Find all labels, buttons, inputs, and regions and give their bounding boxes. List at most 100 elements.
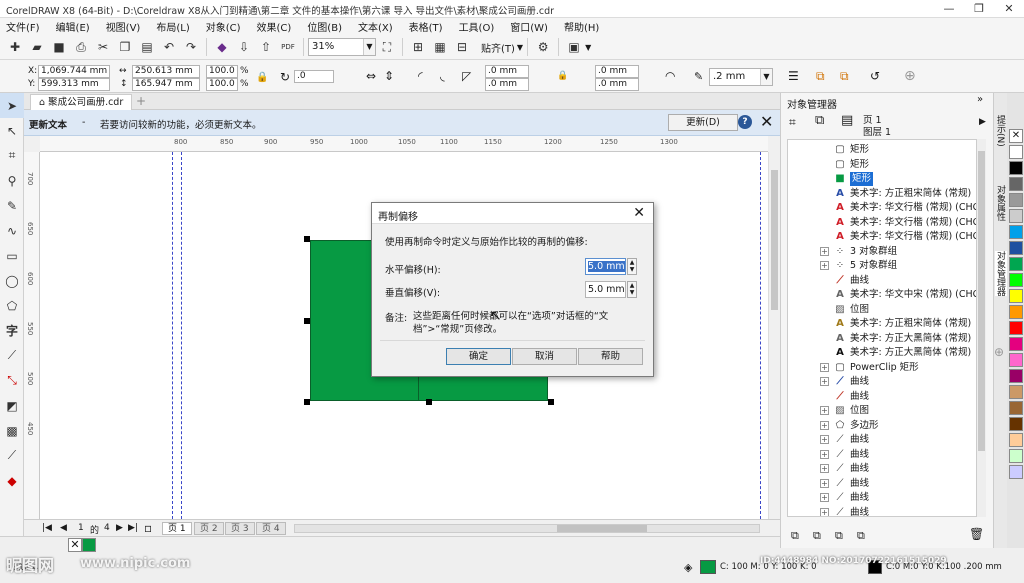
close-button[interactable]: ✕ [994,0,1024,18]
scroll-thumb[interactable] [557,525,647,532]
palette-swatch[interactable] [1009,369,1023,383]
expand-icon[interactable]: + [820,362,829,372]
add-page-icon[interactable]: ▫ [144,521,152,535]
palette-swatch[interactable] [1009,225,1023,239]
menu-table[interactable]: 表格(T) [409,19,443,34]
palette-swatch[interactable] [1009,465,1023,479]
help-button[interactable]: 帮助 [578,348,643,365]
scale-width-field[interactable]: 100.0 [206,65,238,78]
relative-corner-icon[interactable]: ◠ [665,69,675,83]
tab-object-properties[interactable]: 对象属性 [995,185,1007,221]
undo-icon[interactable]: ↶ [160,38,178,56]
docker-expand-icon[interactable]: » [977,94,983,105]
tree-row[interactable]: A 美术字: 华文行楷 (常规) (CHC [788,230,976,244]
no-fill-swatch[interactable]: ✕ [68,538,82,552]
tree-row[interactable]: ▢ 矩形 [788,158,976,172]
vertical-offset-input[interactable]: 5.0 mm [585,281,626,298]
tab-hints[interactable]: 提示(N) [995,115,1007,147]
parallel-dimension-icon[interactable]: ⟋ [0,343,24,368]
palette-swatch[interactable] [1009,161,1023,175]
copy-icon[interactable]: ❐ [116,38,134,56]
tree-row[interactable]: + ⟋ 曲线 [788,448,976,462]
palette-swatch[interactable] [1009,289,1023,303]
artistic-media-icon[interactable]: ∿ [0,218,24,243]
application-launcher-icon[interactable]: ▣ [565,38,583,56]
horizontal-offset-input[interactable]: 5.0 mm [585,258,626,275]
tree-row[interactable]: + ⟋ 曲线 [788,477,976,491]
palette-swatch[interactable] [1009,177,1023,191]
selection-handle[interactable] [548,399,554,405]
zoom-combo[interactable]: 31% ▼ [308,38,376,56]
expand-icon[interactable]: + [820,464,829,473]
eyedropper-icon[interactable]: ⟋ [0,443,24,468]
redo-icon[interactable]: ↷ [182,38,200,56]
palette-swatch[interactable] [1009,257,1023,271]
tree-row[interactable]: + ⟋ 曲线 [788,506,976,516]
restore-button[interactable]: ❐ [964,0,994,18]
expand-icon[interactable]: + [820,478,829,488]
add-docker-icon[interactable]: ⊕ [994,345,1004,359]
corner-radius-1[interactable]: .0 mm [485,65,529,78]
new-master-layer-icon[interactable]: ⧉ [813,529,821,543]
last-page-icon[interactable]: ▶| [128,523,138,533]
interactive-fill-icon[interactable]: ◆ [0,468,24,493]
rulers-icon[interactable]: ⊞ [409,38,427,56]
palette-swatch[interactable] [1009,241,1023,255]
vertical-offset-spinner[interactable]: ▲ ▼ [627,281,637,298]
vertical-scrollbar[interactable] [768,152,780,519]
tree-row[interactable]: + ⟋ 曲线 [788,375,976,389]
export-icon[interactable]: ⇧ [257,38,275,56]
convert-to-curves-icon[interactable]: ↺ [870,69,880,83]
rectangle-tool-icon[interactable]: ▭ [0,243,24,268]
tree-row[interactable]: + ⬠ 多边形 [788,419,976,433]
trash-icon[interactable]: 🗑 [969,527,984,541]
mirror-horizontal-icon[interactable]: ⇔ [366,69,376,83]
page-tab-3[interactable]: 页 3 [225,522,255,535]
expand-icon[interactable]: + [820,377,829,386]
close-icon[interactable]: ✕ [760,112,773,131]
next-page-icon[interactable]: ▶ [116,523,123,533]
page-tab-1[interactable]: 页 1 [162,522,192,535]
palette-swatch[interactable] [1009,337,1023,351]
expand-icon[interactable]: + [820,493,829,502]
menu-bitmaps[interactable]: 位图(B) [307,19,342,34]
scale-height-field[interactable]: 100.0 [206,78,238,91]
palette-swatch[interactable] [1009,193,1023,207]
zoom-tool-icon[interactable]: ⚲ [0,168,24,193]
open-folder-icon[interactable]: ▰ [28,38,46,56]
new-document-icon[interactable]: ✚ [6,38,24,56]
help-icon[interactable]: ? [738,115,752,129]
tree-row[interactable]: + ⟋ 曲线 [788,433,976,447]
layer-manager-icon[interactable]: ▤ [841,113,853,128]
connector-tool-icon[interactable]: ⤡ [0,368,24,393]
no-color-swatch[interactable]: ✕ [1009,129,1023,143]
publish-pdf-icon[interactable]: PDF [279,38,297,56]
to-back-icon[interactable]: ⧉ [840,69,849,84]
view-options-icon[interactable]: ⧉ [815,113,824,128]
rotation-field[interactable]: .0 [294,70,334,83]
to-front-icon[interactable]: ⧉ [816,69,825,84]
guidelines-icon[interactable]: ⊟ [453,38,471,56]
expand-icon[interactable]: + [820,420,829,430]
selection-handle[interactable] [426,399,432,405]
paste-icon[interactable]: ▤ [138,38,156,56]
ellipse-tool-icon[interactable]: ◯ [0,268,24,293]
cancel-button[interactable]: 取消 [512,348,577,365]
tab-object-manager[interactable]: 对象管理器 [995,251,1007,296]
pick-tool-icon[interactable]: ➤ [0,93,24,118]
polygon-tool-icon[interactable]: ⬠ [0,293,24,318]
tree-row[interactable]: + ▨ 位图 [788,404,976,418]
page-tab-4[interactable]: 页 4 [256,522,286,535]
menu-view[interactable]: 视图(V) [106,19,141,34]
expand-icon[interactable]: + [820,449,829,459]
tree-scrollbar[interactable] [977,139,986,517]
drop-shadow-icon[interactable]: ◩ [0,393,24,418]
palette-swatch[interactable] [1009,145,1023,159]
close-icon[interactable]: ✕ [633,205,645,221]
tree-row[interactable]: ⟋ 曲线 [788,274,976,288]
expand-icon[interactable]: + [820,246,829,256]
outline-width-combo[interactable]: .2 mm ▼ [709,68,773,86]
palette-swatch[interactable] [1009,433,1023,447]
new-master-layer-even-icon[interactable]: ⧉ [857,529,865,543]
scroll-thumb[interactable] [771,170,778,310]
